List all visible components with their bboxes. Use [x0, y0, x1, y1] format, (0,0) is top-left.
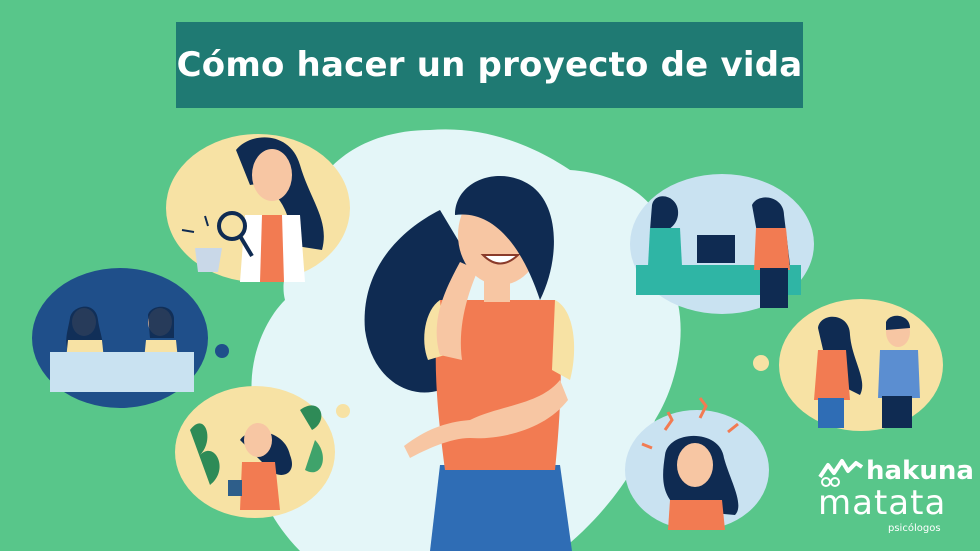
brand-logo: hakuna matata psicólogos [818, 452, 974, 547]
cloud-dot [336, 404, 350, 418]
brand-tagline: psicólogos [888, 523, 941, 534]
skirt [430, 465, 572, 551]
brand-name-line1: hakuna [866, 456, 974, 486]
plants-bubble [175, 386, 335, 518]
scientist-bubble [166, 134, 350, 282]
cloud-dot [753, 355, 769, 371]
brand-name-line2: matata [818, 483, 947, 523]
cloud-dot [327, 261, 341, 275]
sign-bubble [32, 268, 208, 408]
couple-bubble [779, 299, 943, 431]
cloud-dot [616, 433, 630, 447]
reception-bubble [630, 174, 814, 314]
cloud-dot [621, 269, 633, 281]
cloud-dot [215, 344, 229, 358]
